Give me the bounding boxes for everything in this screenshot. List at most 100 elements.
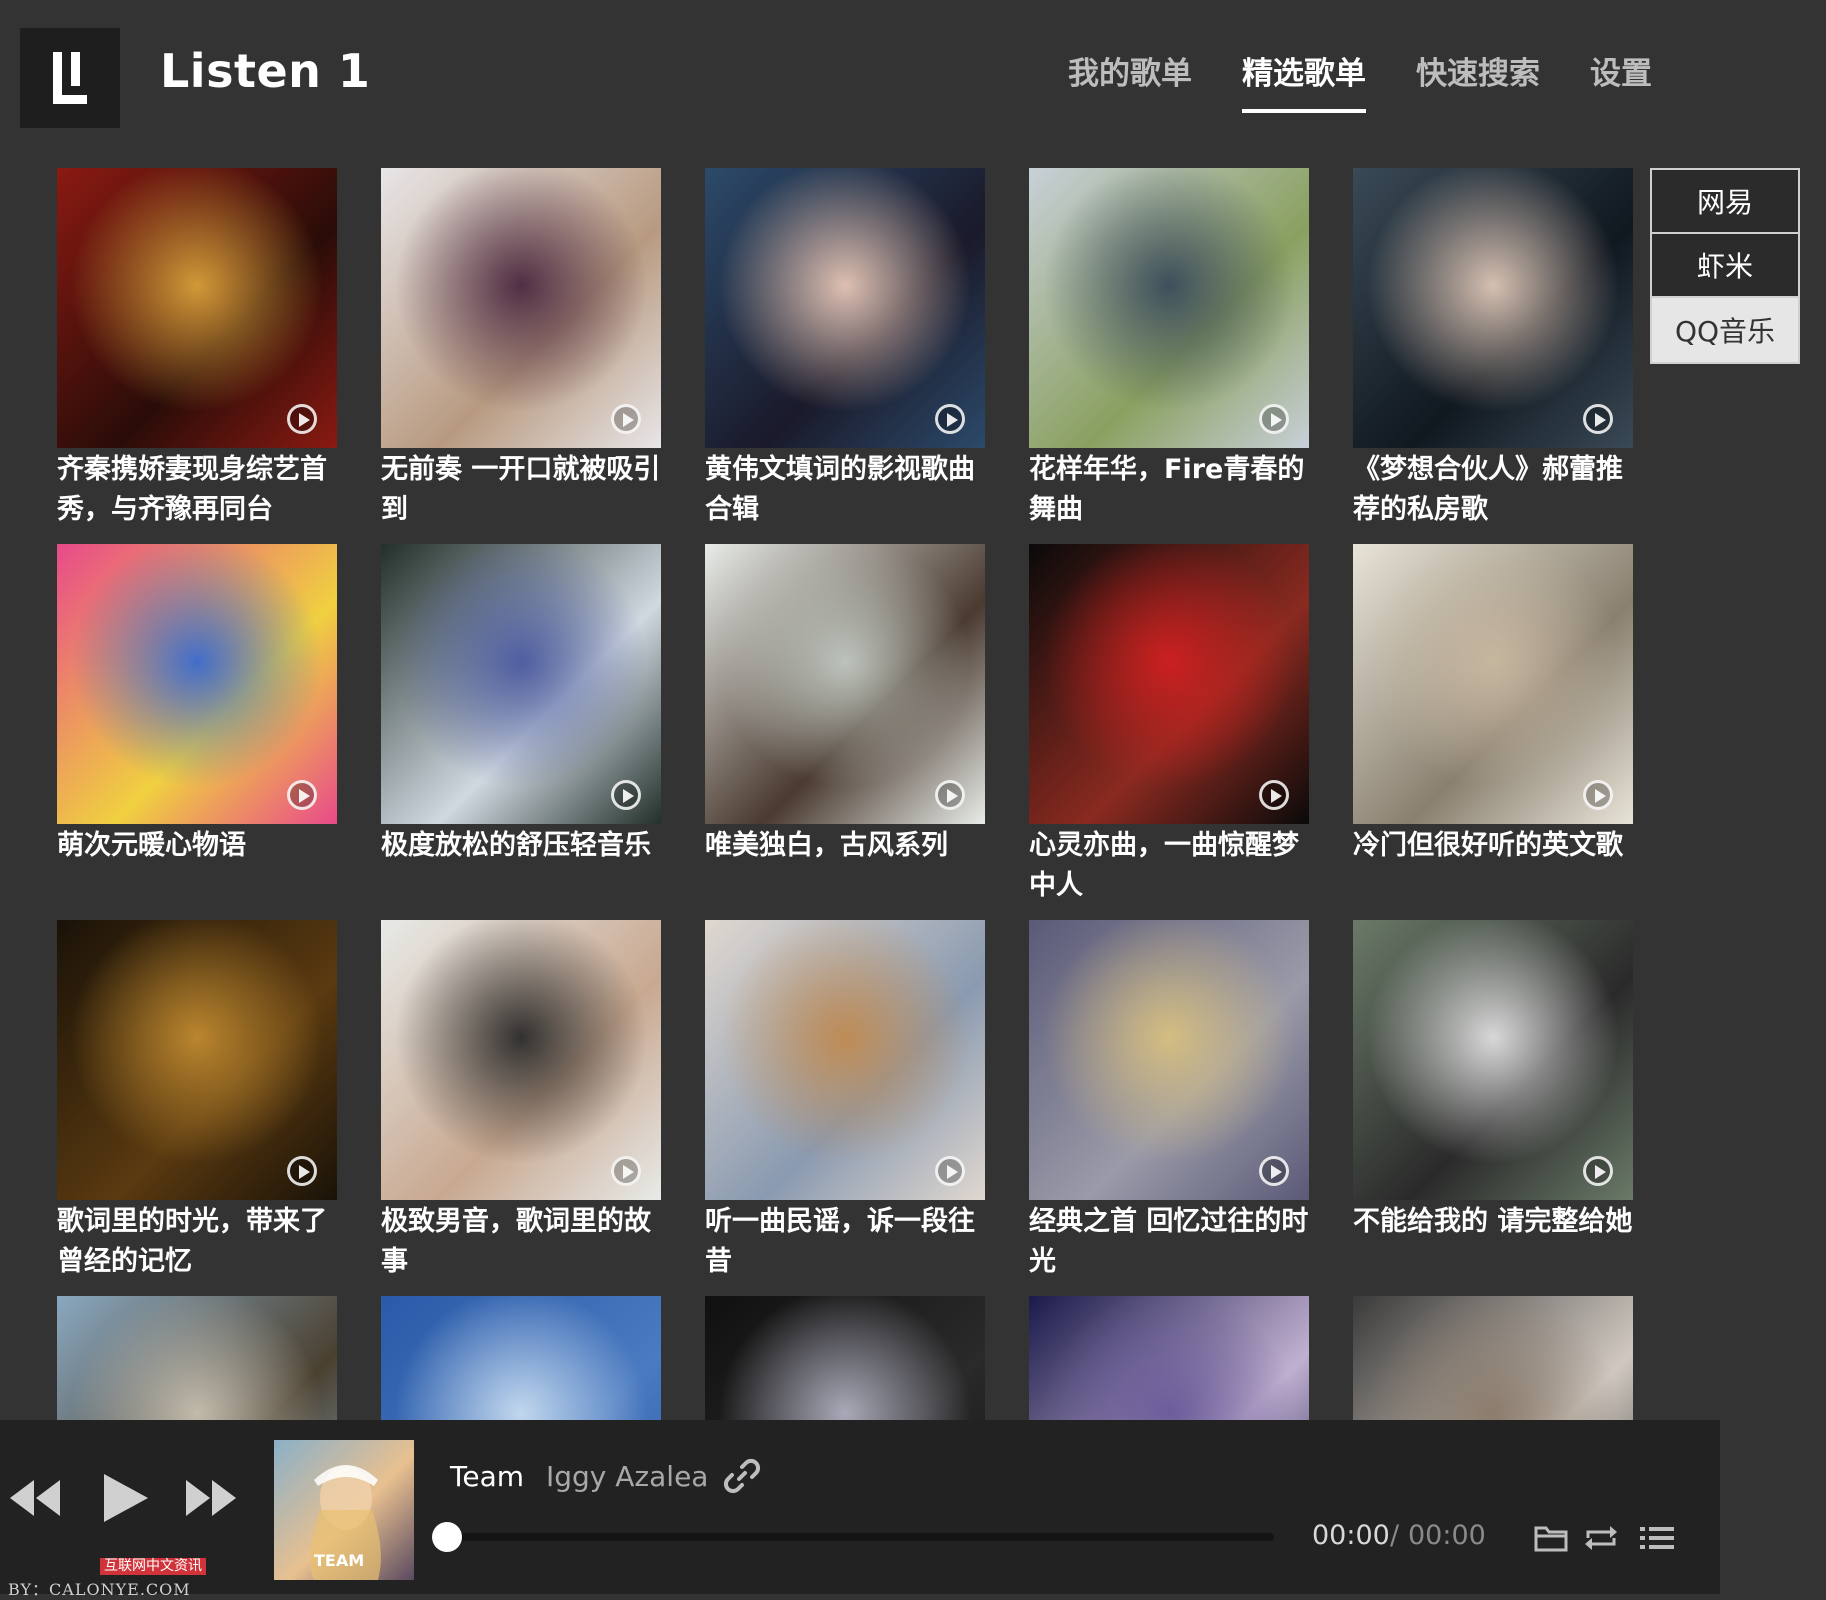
playlist-cover[interactable] <box>1353 1296 1633 1420</box>
playlist-cover[interactable] <box>705 920 985 1200</box>
playlist-title[interactable]: 经典之首 回忆过往的时光 <box>1029 1202 1309 1282</box>
player-bar: TEAM Team Iggy Azalea 00:00 / 00:00 互联网中… <box>0 1420 1720 1599</box>
playlist-cover[interactable] <box>1029 168 1309 448</box>
play-overlay-icon[interactable] <box>287 1156 317 1186</box>
playlist-title[interactable]: 《梦想合伙人》郝蕾推荐的私房歌 <box>1353 450 1633 530</box>
play-overlay-icon[interactable] <box>935 1156 965 1186</box>
play-overlay-icon[interactable] <box>611 780 641 810</box>
playlist-card[interactable]: 极致男音，歌词里的故事 <box>381 920 661 1282</box>
play-overlay-icon[interactable] <box>1259 404 1289 434</box>
playlist-card[interactable]: 黄伟文填词的影视歌曲合辑 <box>705 168 985 530</box>
playlist-cover[interactable] <box>1029 920 1309 1200</box>
playlist-card[interactable]: 无前奏 一开口就被吸引到 <box>381 168 661 530</box>
previous-track-icon[interactable] <box>10 1480 60 1516</box>
playlist-cover[interactable] <box>705 168 985 448</box>
playlist-title[interactable]: 萌次元暖心物语 <box>57 826 337 866</box>
playlist-title[interactable]: 极度放松的舒压轻音乐 <box>381 826 661 866</box>
playlist-card[interactable]: 心灵亦曲，一曲惊醒梦中人 <box>1029 544 1309 906</box>
now-playing-cover-art: TEAM <box>274 1440 414 1580</box>
playlist-card[interactable] <box>381 1296 661 1420</box>
playlist-title[interactable]: 无前奏 一开口就被吸引到 <box>381 450 661 530</box>
folder-icon[interactable] <box>1534 1524 1568 1552</box>
logo-mark-icon <box>51 52 89 104</box>
playlist-title[interactable]: 齐秦携娇妻现身综艺首秀，与齐豫再同台 <box>57 450 337 530</box>
playlist-cover[interactable] <box>57 168 337 448</box>
playlist-title[interactable]: 冷门但很好听的英文歌 <box>1353 826 1633 866</box>
playlist-cover[interactable] <box>381 1296 661 1420</box>
playlist-title[interactable]: 极致男音，歌词里的故事 <box>381 1202 661 1282</box>
source-xiami-button[interactable]: 虾米 <box>1652 234 1798 298</box>
playlist-cover[interactable] <box>1353 544 1633 824</box>
now-playing-artist[interactable]: Iggy Azalea <box>546 1460 708 1493</box>
playlist-title[interactable]: 黄伟文填词的影视歌曲合辑 <box>705 450 985 530</box>
playlist-card[interactable] <box>57 1296 337 1420</box>
playlist-cover[interactable] <box>381 168 661 448</box>
play-overlay-icon[interactable] <box>287 404 317 434</box>
progress-handle[interactable] <box>432 1522 462 1552</box>
playlist-cover[interactable] <box>381 544 661 824</box>
playlist-title[interactable]: 唯美独白，古风系列 <box>705 826 985 866</box>
playlist-card[interactable]: 听一曲民谣，诉一段往昔 <box>705 920 985 1282</box>
playlist-title[interactable]: 歌词里的时光，带来了曾经的记忆 <box>57 1202 337 1282</box>
playlist-card[interactable]: 不能给我的 请完整给她 <box>1353 920 1633 1242</box>
playlist-card[interactable] <box>1353 1296 1633 1420</box>
playlist-card[interactable]: 萌次元暖心物语 <box>57 544 337 866</box>
playlist-cover-art <box>1353 1296 1633 1420</box>
main-nav: 我的歌单 精选歌单 快速搜索 设置 <box>1068 48 1702 113</box>
playlist-menu-icon[interactable] <box>1640 1524 1674 1552</box>
playlist-card[interactable]: 冷门但很好听的英文歌 <box>1353 544 1633 866</box>
app-logo <box>20 28 120 128</box>
playlist-cover[interactable] <box>1353 168 1633 448</box>
play-overlay-icon[interactable] <box>1583 404 1613 434</box>
playlist-card[interactable]: 《梦想合伙人》郝蕾推荐的私房歌 <box>1353 168 1633 530</box>
play-overlay-icon[interactable] <box>935 780 965 810</box>
playlist-title[interactable]: 听一曲民谣，诉一段往昔 <box>705 1202 985 1282</box>
now-playing-cover[interactable]: TEAM <box>274 1440 414 1580</box>
playlist-cover[interactable] <box>57 1296 337 1420</box>
play-overlay-icon[interactable] <box>611 1156 641 1186</box>
link-icon[interactable] <box>722 1456 762 1496</box>
playlist-card[interactable] <box>705 1296 985 1420</box>
playlist-card[interactable]: 齐秦携娇妻现身综艺首秀，与齐豫再同台 <box>57 168 337 530</box>
playlist-cover[interactable] <box>705 544 985 824</box>
playlist-cover[interactable] <box>381 920 661 1200</box>
source-switcher: 网易 虾米 QQ音乐 <box>1650 168 1800 364</box>
watermark-text: BY：CALONYE.COM <box>8 1580 191 1599</box>
play-overlay-icon[interactable] <box>1259 1156 1289 1186</box>
play-overlay-icon[interactable] <box>287 780 317 810</box>
next-track-icon[interactable] <box>186 1480 236 1516</box>
playlist-cover[interactable] <box>57 544 337 824</box>
playlist-cover[interactable] <box>1353 920 1633 1200</box>
nav-featured-playlists[interactable]: 精选歌单 <box>1242 48 1366 113</box>
playlist-cover[interactable] <box>1029 544 1309 824</box>
playlist-cover[interactable] <box>1029 1296 1309 1420</box>
play-overlay-icon[interactable] <box>935 404 965 434</box>
playlist-card[interactable]: 歌词里的时光，带来了曾经的记忆 <box>57 920 337 1282</box>
source-netease-button[interactable]: 网易 <box>1652 170 1798 234</box>
progress-track[interactable] <box>446 1533 1274 1541</box>
play-overlay-icon[interactable] <box>1259 780 1289 810</box>
playlist-card[interactable] <box>1029 1296 1309 1420</box>
play-icon[interactable] <box>104 1474 148 1522</box>
playlist-title[interactable]: 心灵亦曲，一曲惊醒梦中人 <box>1029 826 1309 906</box>
source-qq-button[interactable]: QQ音乐 <box>1652 298 1798 362</box>
playlist-card[interactable]: 花样年华，Fire青春的舞曲 <box>1029 168 1309 530</box>
playlist-card[interactable]: 极度放松的舒压轻音乐 <box>381 544 661 866</box>
nav-settings[interactable]: 设置 <box>1590 48 1652 113</box>
time-separator: / <box>1390 1520 1400 1551</box>
watermark-badge: 互联网中文资讯 <box>100 1558 206 1575</box>
playlist-card[interactable]: 唯美独白，古风系列 <box>705 544 985 866</box>
nav-my-playlists[interactable]: 我的歌单 <box>1068 48 1192 113</box>
play-overlay-icon[interactable] <box>611 404 641 434</box>
playlist-title[interactable]: 花样年华，Fire青春的舞曲 <box>1029 450 1309 530</box>
now-playing-title[interactable]: Team <box>450 1460 524 1493</box>
playlist-cover-art <box>381 1296 661 1420</box>
playlist-card[interactable]: 经典之首 回忆过往的时光 <box>1029 920 1309 1282</box>
playlist-title[interactable]: 不能给我的 请完整给她 <box>1353 1202 1633 1242</box>
repeat-icon[interactable] <box>1584 1524 1618 1552</box>
play-overlay-icon[interactable] <box>1583 1156 1613 1186</box>
play-overlay-icon[interactable] <box>1583 780 1613 810</box>
playlist-cover[interactable] <box>57 920 337 1200</box>
playlist-cover[interactable] <box>705 1296 985 1420</box>
nav-quick-search[interactable]: 快速搜索 <box>1416 48 1540 113</box>
